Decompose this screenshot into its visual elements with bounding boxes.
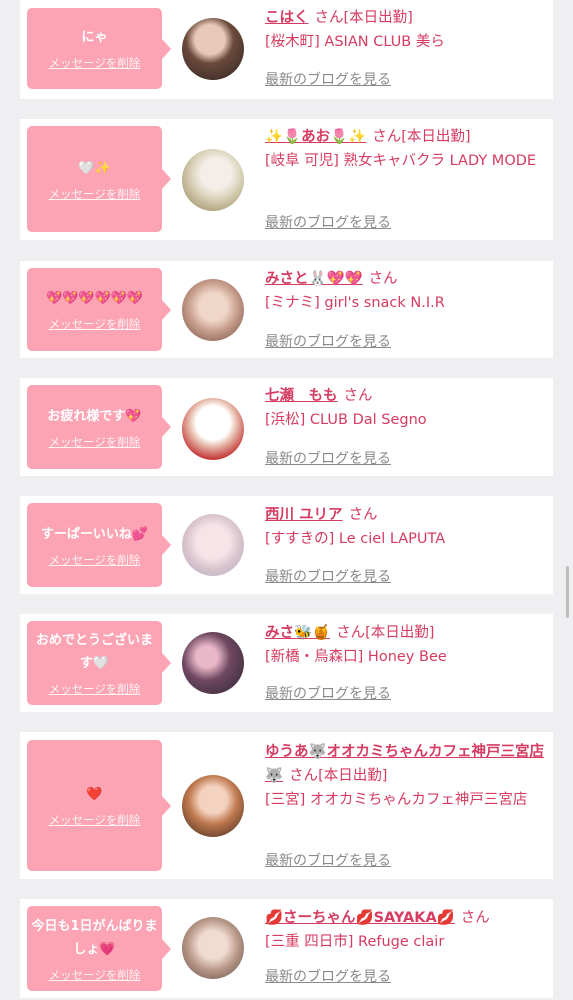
cast-info: ゆうあ🐺オオカミちゃんカフェ神戸三宮店🐺 さん[本日出勤] [三宮] オオカミちゃ…	[265, 740, 545, 812]
message-bubble: おめでとうございます🤍 メッセージを削除	[27, 621, 171, 705]
cast-name-link[interactable]: 💋さーちゃん💋SAYAKA💋	[265, 910, 455, 926]
san-label: さん	[372, 129, 402, 145]
message-bubble: ❤️ メッセージを削除	[27, 740, 171, 871]
san-label: さん	[348, 507, 378, 523]
cast-name-link[interactable]: 七瀬 もも	[265, 388, 338, 404]
blog-link[interactable]: 最新のブログを見る	[265, 331, 391, 351]
cast-name-link[interactable]: みさと🐰💖💖	[265, 271, 363, 287]
cast-info: みさと🐰💖💖 さん [ミナミ] girl's snack N.I.R	[265, 267, 545, 315]
avatar[interactable]	[182, 775, 244, 837]
message-card: ❤️ メッセージを削除 ゆうあ🐺オオカミちゃんカフェ神戸三宮店🐺 さん[本日出勤]…	[20, 732, 553, 879]
attendance-label: [本日出勤]	[343, 10, 413, 26]
cast-info: 西川 ユリア さん [すすきの] Le ciel LAPUTA	[265, 503, 545, 551]
cast-info: 💋さーちゃん💋SAYAKA💋 さん [三重 四日市] Refuge clair	[265, 906, 545, 954]
attendance-label: [本日出勤]	[401, 129, 471, 145]
message-card: 今日も1日がんばりましょ💗 メッセージを削除 💋さーちゃん💋SAYAKA💋 さん …	[20, 899, 553, 998]
delete-message-link[interactable]: メッセージを削除	[49, 812, 141, 828]
blog-link[interactable]: 最新のブログを見る	[265, 683, 391, 703]
shop-name: [三重 四日市] Refuge clair	[265, 934, 445, 950]
cast-name-link[interactable]: みさ🐝🍯	[265, 625, 330, 641]
message-text: すーぱーいいね💕	[40, 526, 149, 542]
shop-name: [桜木町] ASIAN CLUB 美ら	[265, 34, 445, 50]
avatar[interactable]	[182, 398, 244, 460]
message-text: お疲れ様です💖	[47, 408, 142, 424]
blog-link[interactable]: 最新のブログを見る	[265, 566, 391, 586]
shop-name: [三宮] オオカミちゃんカフェ神戸三宮店	[265, 792, 528, 808]
cast-info: 七瀬 もも さん [浜松] CLUB Dal Segno	[265, 384, 545, 432]
san-label: さん	[314, 10, 344, 26]
avatar[interactable]	[182, 917, 244, 979]
message-card: お疲れ様です💖 メッセージを削除 七瀬 もも さん [浜松] CLUB Dal S…	[20, 378, 553, 476]
message-card: すーぱーいいね💕 メッセージを削除 西川 ユリア さん [すすきの] Le cie…	[20, 496, 553, 594]
delete-message-link[interactable]: メッセージを削除	[49, 55, 141, 71]
san-label: さん	[460, 910, 490, 926]
message-bubble: 💖💖💖💖💖💖 メッセージを削除	[27, 268, 171, 351]
san-label: さん	[343, 388, 373, 404]
delete-message-link[interactable]: メッセージを削除	[49, 681, 141, 697]
shop-name: [すすきの] Le ciel LAPUTA	[265, 531, 446, 547]
delete-message-link[interactable]: メッセージを削除	[49, 186, 141, 202]
blog-link[interactable]: 最新のブログを見る	[265, 448, 391, 468]
shop-name: [ミナミ] girl's snack N.I.R	[265, 295, 445, 311]
avatar[interactable]	[182, 18, 244, 80]
message-text: 🤍✨	[78, 160, 111, 176]
avatar[interactable]	[182, 514, 244, 576]
scrollbar[interactable]	[566, 566, 569, 618]
blog-link[interactable]: 最新のブログを見る	[265, 966, 391, 986]
message-bubble: 今日も1日がんばりましょ💗 メッセージを削除	[27, 906, 171, 991]
shop-name: [岐阜 可児] 熟女キャバクラ LADY MODE	[265, 153, 537, 169]
delete-message-link[interactable]: メッセージを削除	[49, 967, 141, 983]
avatar[interactable]	[182, 279, 244, 341]
message-card: にゃ メッセージを削除 こはく さん[本日出勤] [桜木町] ASIAN CLUB…	[20, 0, 553, 99]
blog-link[interactable]: 最新のブログを見る	[265, 850, 391, 870]
message-bubble: すーぱーいいね💕 メッセージを削除	[27, 503, 171, 587]
shop-name: [新橋・烏森口] Honey Bee	[265, 649, 447, 665]
cast-name-link[interactable]: こはく	[265, 10, 309, 26]
delete-message-link[interactable]: メッセージを削除	[49, 316, 141, 332]
message-text: おめでとうございます🤍	[35, 633, 153, 671]
message-text: 今日も1日がんばりましょ💗	[31, 918, 158, 957]
cast-info: こはく さん[本日出勤] [桜木町] ASIAN CLUB 美ら	[265, 6, 545, 54]
delete-message-link[interactable]: メッセージを削除	[49, 552, 141, 568]
blog-link[interactable]: 最新のブログを見る	[265, 212, 391, 232]
cast-info: みさ🐝🍯 さん[本日出勤] [新橋・烏森口] Honey Bee	[265, 621, 545, 669]
message-bubble: 🤍✨ メッセージを削除	[27, 126, 171, 232]
cast-name-link[interactable]: ✨🌷あお🌷✨	[265, 129, 366, 145]
shop-name: [浜松] CLUB Dal Segno	[265, 412, 427, 428]
avatar[interactable]	[182, 632, 244, 694]
cast-name-link[interactable]: 西川 ユリア	[265, 507, 343, 523]
cast-info: ✨🌷あお🌷✨ さん[本日出勤] [岐阜 可児] 熟女キャバクラ LADY MODE	[265, 125, 545, 173]
attendance-label: [本日出勤]	[365, 625, 435, 641]
blog-link[interactable]: 最新のブログを見る	[265, 69, 391, 89]
message-card: 🤍✨ メッセージを削除 ✨🌷あお🌷✨ さん[本日出勤] [岐阜 可児] 熟女キャバ…	[20, 119, 553, 240]
avatar[interactable]	[182, 149, 244, 211]
message-text: 💖💖💖💖💖💖	[45, 291, 144, 306]
message-text: にゃ	[81, 30, 108, 45]
san-label: さん	[289, 768, 319, 784]
message-card: 💖💖💖💖💖💖 メッセージを削除 みさと🐰💖💖 さん [ミナミ] girl's sn…	[20, 261, 553, 358]
san-label: さん	[336, 625, 366, 641]
delete-message-link[interactable]: メッセージを削除	[49, 434, 141, 450]
attendance-label: [本日出勤]	[318, 768, 388, 784]
message-card: おめでとうございます🤍 メッセージを削除 みさ🐝🍯 さん[本日出勤] [新橋・烏森…	[20, 614, 553, 712]
message-text: ❤️	[86, 787, 103, 802]
san-label: さん	[368, 271, 398, 287]
message-bubble: にゃ メッセージを削除	[27, 8, 171, 89]
message-bubble: お疲れ様です💖 メッセージを削除	[27, 385, 171, 469]
